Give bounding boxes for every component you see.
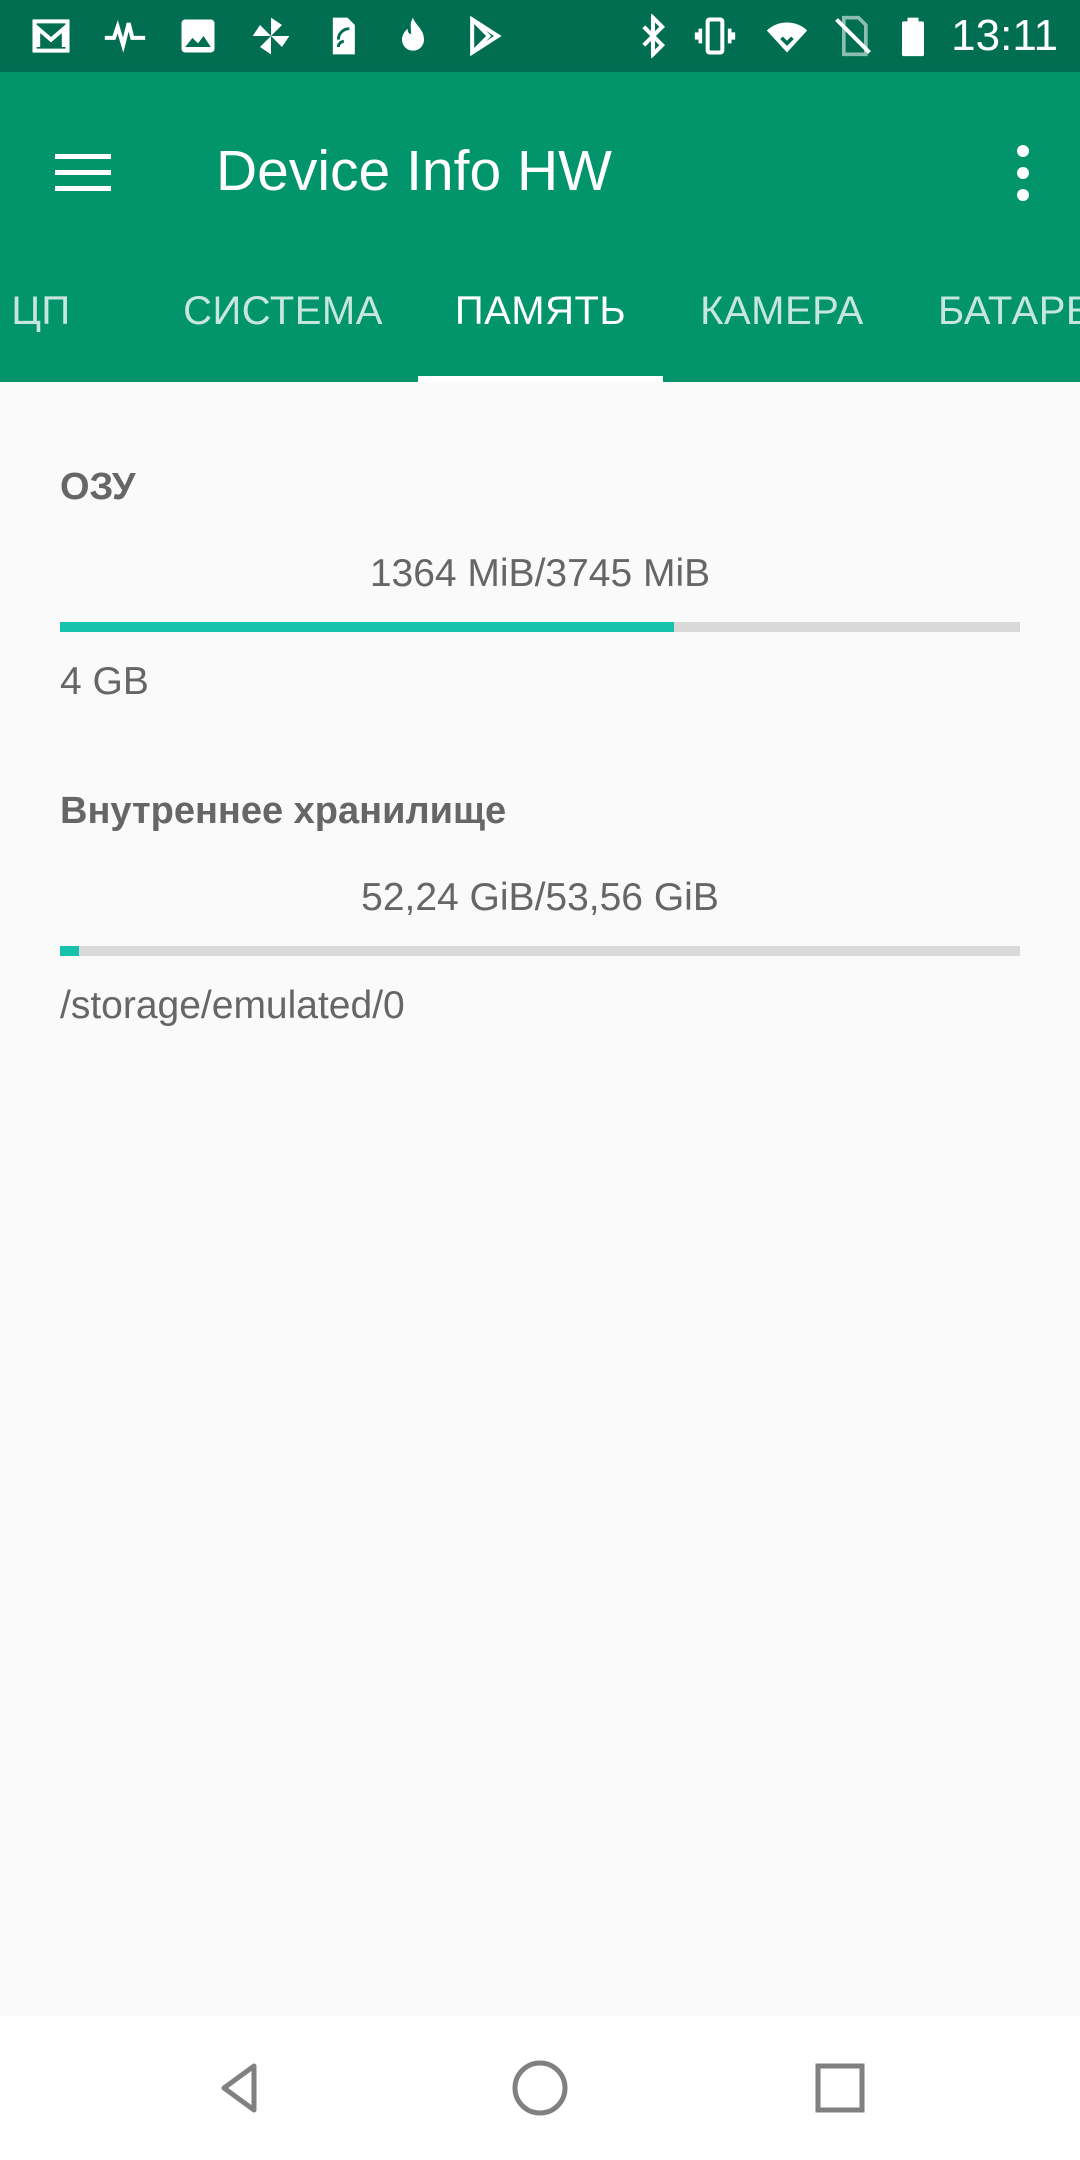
storage-path: /storage/emulated/0 (60, 984, 405, 1027)
back-icon[interactable] (190, 2038, 290, 2138)
memory-page: ОЗУ 1364 MiB/3745 MiB 4 GB Внутреннее хр… (0, 382, 1080, 2016)
ram-progress-fill (60, 622, 675, 632)
app-title: Device Info HW (216, 139, 612, 203)
battery-icon (888, 12, 938, 60)
bluetooth-icon (628, 12, 678, 60)
tab-system[interactable]: СИСТЕМА (150, 240, 416, 382)
tab-battery[interactable]: БАТАРЕ (916, 240, 1080, 382)
ram-usage: 1364 MiB/3745 MiB (369, 552, 711, 595)
home-icon[interactable] (490, 2038, 590, 2138)
sim-card-icon (317, 12, 367, 60)
play-store-icon (460, 12, 510, 60)
more-vert-icon[interactable] (988, 130, 1058, 216)
vibrate-icon (690, 12, 740, 60)
storage-title: Внутреннее хранилище (60, 790, 507, 832)
pinwheel-icon (246, 12, 296, 60)
tab-bar: ЦП СИСТЕМА ПАМЯТЬ КАМЕРА БАТАРЕ (0, 240, 1080, 382)
tab-camera[interactable]: КАМЕРА (664, 240, 900, 382)
status-clock: 13:11 (951, 11, 1058, 60)
status-bar: 13:11 (0, 0, 1080, 72)
pulse-icon (100, 12, 150, 60)
storage-progress-bar (60, 946, 1020, 956)
tab-cpu[interactable]: ЦП (0, 240, 86, 382)
tab-memory[interactable]: ПАМЯТЬ (418, 240, 663, 382)
flame-icon (388, 12, 438, 60)
storage-progress-fill (60, 946, 80, 956)
wifi-icon (762, 12, 812, 60)
no-sim-icon (828, 12, 878, 60)
storage-usage: 52,24 GiB/53,56 GiB (361, 876, 719, 919)
navigation-bar (0, 2016, 1080, 2160)
gmail-icon (26, 12, 76, 60)
ram-size-label: 4 GB (60, 660, 149, 703)
hamburger-menu-icon[interactable] (40, 130, 126, 216)
ram-progress-bar (60, 622, 1020, 632)
recents-icon[interactable] (790, 2038, 890, 2138)
gallery-icon (173, 12, 223, 60)
ram-title: ОЗУ (60, 466, 136, 508)
app-bar: Device Info HW ЦП СИСТЕМА ПАМЯТЬ КАМЕРА … (0, 72, 1080, 382)
